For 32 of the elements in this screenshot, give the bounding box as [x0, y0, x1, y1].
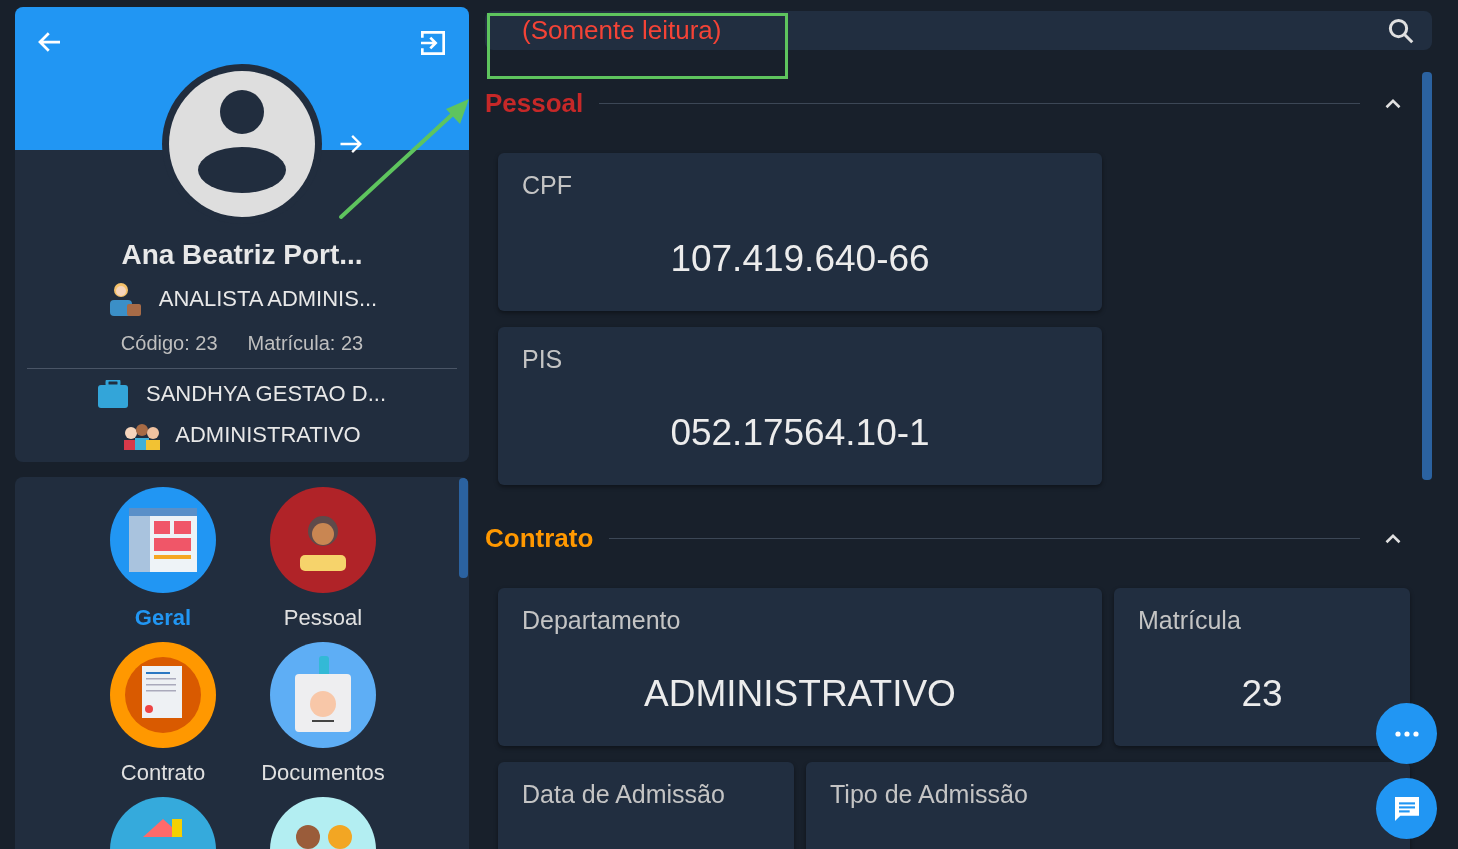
- document-icon: [110, 642, 216, 748]
- section-title: Contrato: [485, 522, 594, 555]
- field-label: Matrícula: [1138, 605, 1242, 636]
- menu-item[interactable]: Contrato: [83, 642, 243, 789]
- field-value: ADMINISTRATIVO: [643, 671, 957, 716]
- field-label: Data de Admissão: [522, 779, 726, 810]
- profile-name: Ana Beatriz Port...: [121, 238, 363, 272]
- code-label: Código: 23: [120, 331, 218, 356]
- field-label: Departamento: [522, 605, 682, 636]
- scrollbar[interactable]: [459, 478, 468, 578]
- field-value: 052.17564.10-1: [669, 410, 931, 455]
- content-scrollbar[interactable]: [1422, 72, 1432, 480]
- job-title: ANALISTA ADMINIS...: [158, 284, 378, 313]
- menu-item[interactable]: Geral: [83, 487, 243, 634]
- briefcase-icon: [98, 379, 128, 408]
- field-label: Tipo de Admissão: [830, 779, 1029, 810]
- web-page-icon: [110, 487, 216, 593]
- field-value: 107.419.640-66: [669, 236, 931, 281]
- company-name: SANDHYA GESTAO D...: [146, 380, 386, 408]
- menu-item[interactable]: Documentos: [243, 642, 403, 789]
- registration-label: Matrícula: 23: [247, 331, 364, 356]
- woman-icon: [270, 487, 376, 593]
- department-name: ADMINISTRATIVO: [175, 421, 361, 449]
- field-label: CPF: [522, 170, 573, 201]
- field-label: PIS: [522, 344, 564, 375]
- field-value: 23: [1240, 671, 1284, 716]
- read-only-title: (Somente leitura): [522, 14, 722, 47]
- section-title: Pessoal: [485, 87, 584, 120]
- menu-item[interactable]: Pessoal: [243, 487, 403, 634]
- more-icon: [1393, 730, 1420, 737]
- id-badge-icon: [270, 642, 376, 748]
- more-button[interactable]: [1376, 703, 1437, 764]
